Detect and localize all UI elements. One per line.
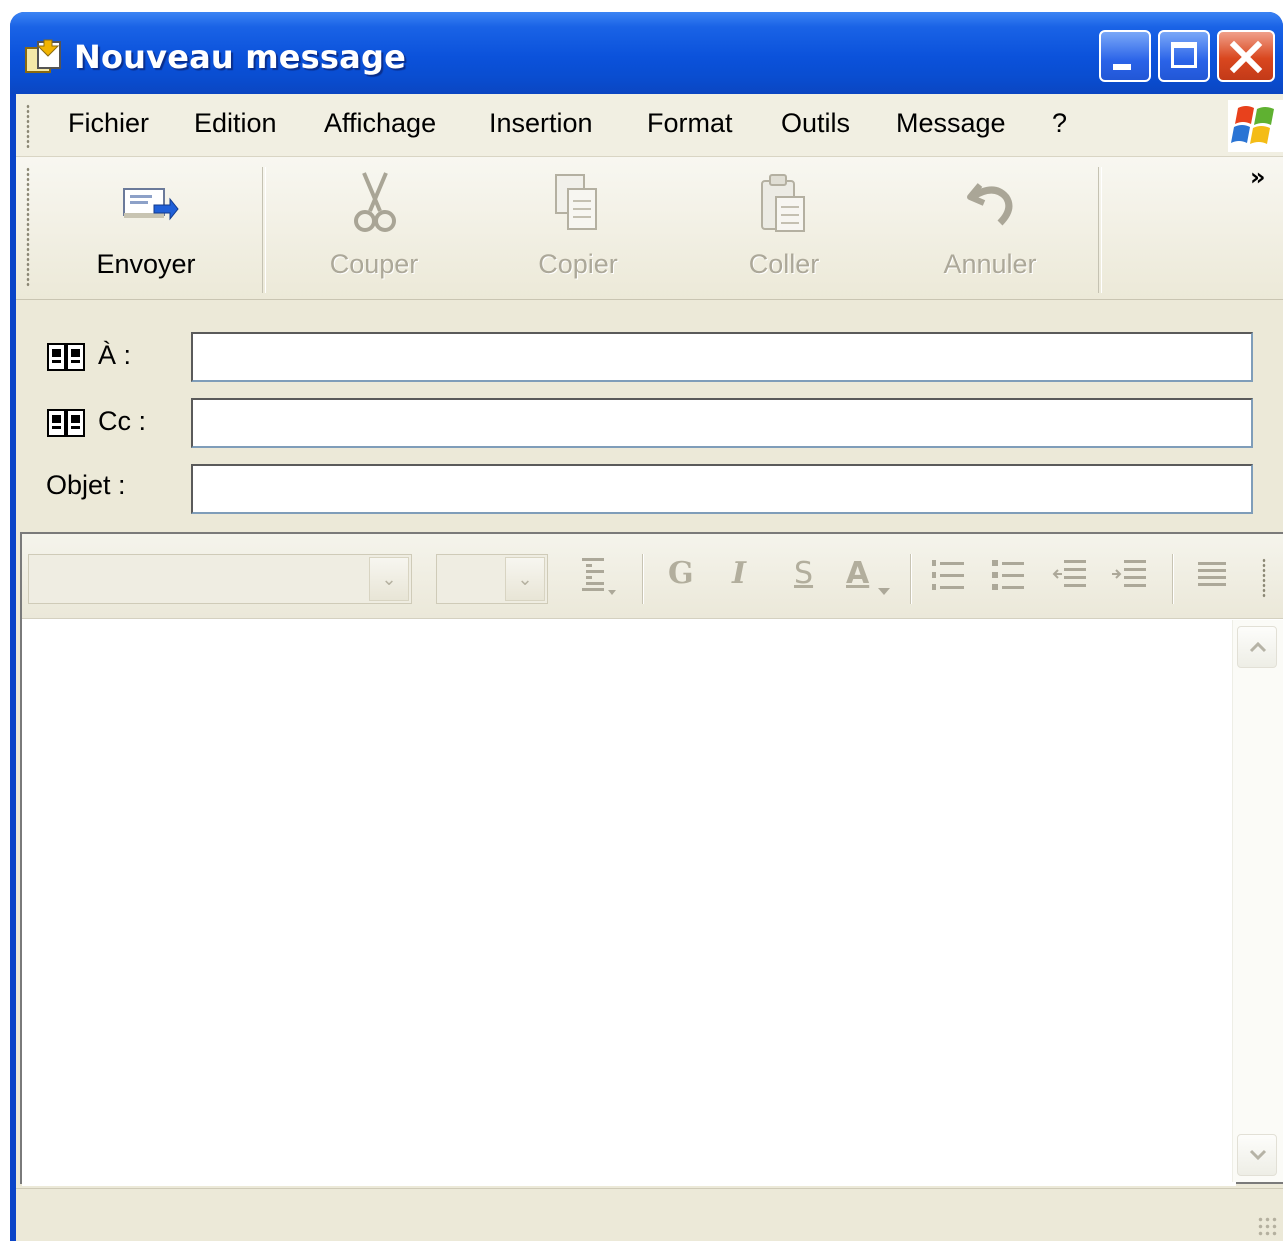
decrease-indent-icon[interactable]: [1050, 556, 1090, 596]
toolbar-grip[interactable]: [26, 167, 30, 287]
new-message-icon: [25, 39, 61, 73]
bold-button[interactable]: G: [668, 556, 694, 591]
undo-button[interactable]: Annuler: [920, 157, 1060, 299]
send-button[interactable]: Envoyer: [76, 157, 216, 299]
chevron-down-icon: [1249, 1149, 1267, 1161]
paste-button[interactable]: Coller: [714, 157, 854, 299]
subject-label: Objet :: [46, 470, 126, 500]
menu-fichier[interactable]: Fichier: [68, 108, 149, 139]
close-icon: [1229, 40, 1263, 74]
menubar-grip[interactable]: [26, 104, 30, 148]
align-left-icon[interactable]: [1194, 556, 1234, 596]
menu-insertion[interactable]: Insertion: [489, 108, 593, 139]
address-book-icon[interactable]: [46, 340, 86, 374]
maximize-icon: [1171, 42, 1197, 68]
to-field[interactable]: [191, 332, 1253, 382]
menu-format[interactable]: Format: [647, 108, 733, 139]
scroll-up-button[interactable]: [1237, 626, 1277, 668]
vertical-scrollbar[interactable]: [1232, 620, 1283, 1182]
menu-bar: Fichier Edition Affichage Insertion Form…: [16, 94, 1283, 157]
address-book-icon[interactable]: [46, 406, 86, 440]
window-title: Nouveau message: [74, 38, 406, 76]
menu-edition[interactable]: Edition: [194, 108, 277, 139]
menu-help[interactable]: ?: [1052, 108, 1067, 139]
resize-grip-icon[interactable]: [1257, 1216, 1279, 1238]
close-button[interactable]: [1217, 30, 1275, 82]
bullet-list-icon[interactable]: [988, 556, 1028, 596]
menu-outils[interactable]: Outils: [781, 108, 850, 139]
toolbar-separator: [1098, 167, 1102, 293]
to-label: À :: [98, 340, 132, 370]
undo-label: Annuler: [943, 249, 1037, 279]
copy-button[interactable]: Copier: [508, 157, 648, 299]
undo-icon: [967, 183, 1013, 226]
toolbar-overflow-button[interactable]: »: [1250, 163, 1266, 191]
clipboard-icon: [761, 174, 805, 232]
toolbar: Envoyer Couper Copier Coller Annuler »: [16, 157, 1283, 300]
status-bar: [16, 1188, 1283, 1241]
cut-label: Couper: [329, 249, 419, 279]
minimize-button[interactable]: [1099, 30, 1151, 82]
message-body[interactable]: [22, 620, 1236, 1186]
toolbar-separator: [262, 167, 266, 293]
cut-button[interactable]: Couper: [304, 157, 444, 299]
message-window: Nouveau message Fichier Edition Affichag…: [10, 12, 1283, 1241]
client-area: Fichier Edition Affichage Insertion Form…: [16, 94, 1283, 1241]
chevron-down-icon[interactable]: ⌄: [505, 557, 545, 601]
scissors-icon: [354, 172, 396, 232]
paragraph-style-icon[interactable]: [578, 554, 622, 598]
italic-button[interactable]: I: [732, 556, 746, 591]
chevron-up-icon: [1249, 641, 1267, 653]
font-dropdown[interactable]: ⌄: [28, 554, 412, 604]
send-envelope-icon: [123, 188, 179, 221]
maximize-button[interactable]: [1158, 30, 1210, 82]
menu-message[interactable]: Message: [896, 108, 1006, 139]
copy-icon: [555, 174, 597, 230]
format-separator: [910, 554, 912, 604]
underline-button[interactable]: S: [794, 556, 813, 591]
message-editor: ⌄ ⌄ G I S A: [20, 532, 1283, 1186]
scroll-down-button[interactable]: [1237, 1134, 1277, 1176]
format-bar-grip[interactable]: [1262, 558, 1266, 598]
chevron-down-icon[interactable]: [878, 588, 890, 596]
format-separator: [642, 554, 644, 604]
send-label: Envoyer: [96, 249, 196, 279]
title-bar[interactable]: Nouveau message: [10, 12, 1283, 94]
copy-label: Copier: [538, 249, 618, 279]
cc-field[interactable]: [191, 398, 1253, 448]
chevron-down-icon[interactable]: ⌄: [369, 557, 409, 601]
font-size-dropdown[interactable]: ⌄: [436, 554, 548, 604]
format-separator: [1172, 554, 1174, 604]
menu-affichage[interactable]: Affichage: [324, 108, 436, 139]
numbered-list-icon[interactable]: [928, 556, 968, 596]
formatting-toolbar: ⌄ ⌄ G I S A: [22, 534, 1283, 619]
paste-label: Coller: [748, 249, 820, 279]
subject-field[interactable]: [191, 464, 1253, 514]
font-color-button[interactable]: A: [846, 556, 869, 591]
cc-label: Cc :: [98, 406, 147, 436]
increase-indent-icon[interactable]: [1110, 556, 1150, 596]
minimize-icon: [1113, 64, 1131, 70]
windows-logo-icon: [1228, 100, 1283, 152]
